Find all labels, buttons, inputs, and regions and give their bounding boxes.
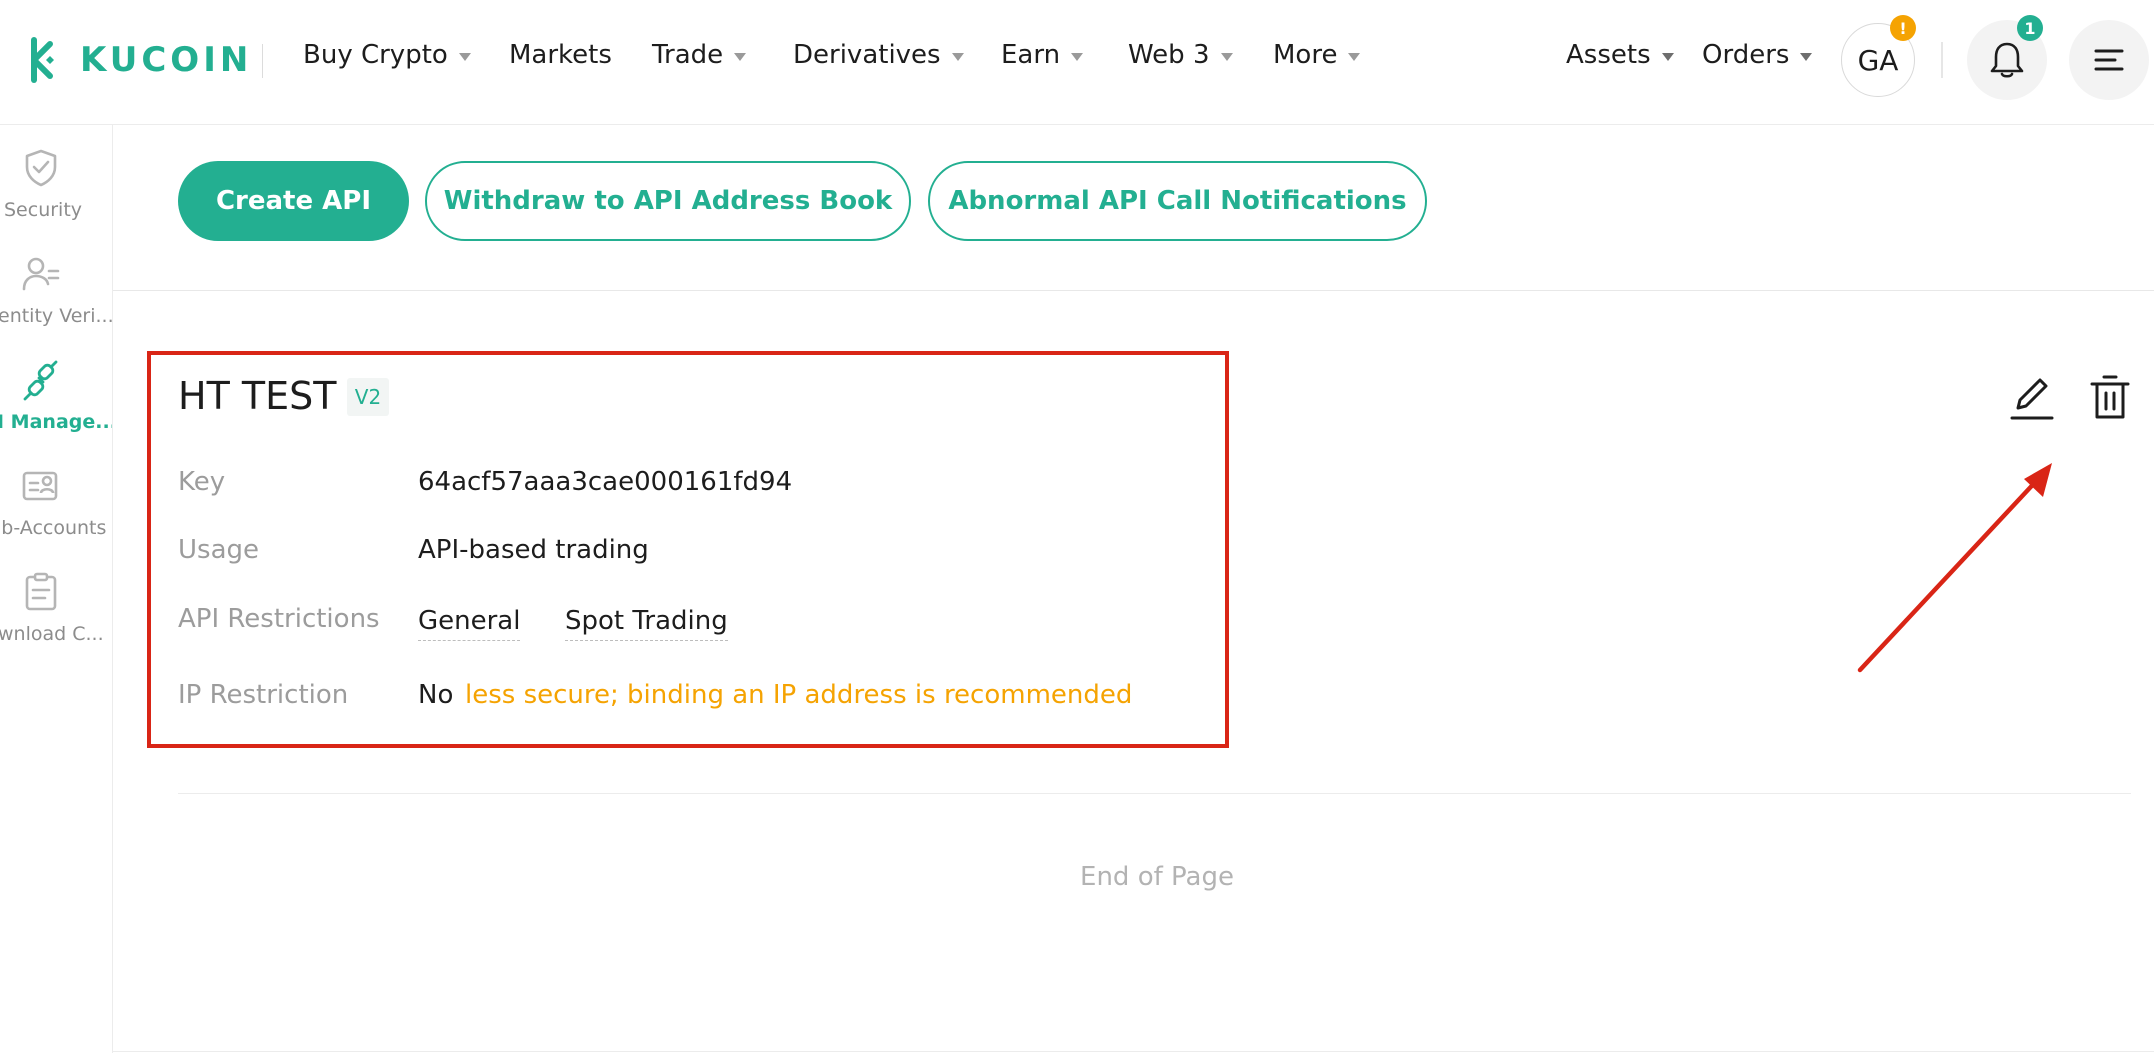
nav-web3-label: Web 3 bbox=[1128, 40, 1210, 70]
chevron-down-icon bbox=[951, 53, 964, 61]
account-sidebar: Security entity Veri... I Manage... ib-A… bbox=[0, 125, 113, 1053]
restrictions-label: API Restrictions bbox=[178, 604, 380, 634]
sidebar-item-label: entity Veri... bbox=[0, 305, 113, 327]
top-navigation-bar: KUCOIN Buy Crypto Markets Trade Derivati… bbox=[0, 0, 2154, 125]
sidebar-item-sub-accounts[interactable]: ib-Accounts bbox=[0, 453, 112, 553]
key-label: Key bbox=[178, 467, 226, 497]
nav-trade-label: Trade bbox=[652, 40, 724, 70]
sidebar-item-api-management[interactable]: I Manage... bbox=[0, 347, 112, 447]
user-id-icon bbox=[22, 257, 60, 291]
kucoin-logo[interactable]: KUCOIN bbox=[20, 36, 252, 84]
sidebar-item-identity-verification[interactable]: entity Veri... bbox=[0, 241, 112, 341]
brand-name: KUCOIN bbox=[80, 40, 253, 80]
bottom-divider bbox=[113, 1051, 2154, 1052]
restriction-tag-spot-trading[interactable]: Spot Trading bbox=[565, 606, 728, 641]
create-api-label: Create API bbox=[215, 186, 372, 216]
nav-divider-right bbox=[1941, 42, 1943, 78]
nav-orders-label: Orders bbox=[1702, 40, 1790, 70]
usage-value: API-based trading bbox=[418, 535, 649, 565]
nav-markets[interactable]: Markets bbox=[509, 40, 612, 70]
chevron-down-icon bbox=[1800, 53, 1813, 61]
key-value: 64acf57aaa3cae000161fd94 bbox=[418, 467, 793, 497]
delete-api-button[interactable] bbox=[2086, 372, 2134, 424]
list-divider bbox=[178, 793, 2131, 794]
sidebar-item-label: ib-Accounts bbox=[0, 517, 107, 539]
ip-warning-text: less secure; binding an IP address is re… bbox=[465, 680, 1133, 710]
shield-check-icon bbox=[25, 149, 57, 187]
notification-count-badge: 1 bbox=[2017, 15, 2043, 41]
api-version-badge: V2 bbox=[347, 378, 389, 416]
nav-trade[interactable]: Trade bbox=[652, 40, 747, 70]
kucoin-logo-icon bbox=[31, 37, 54, 83]
edit-api-button[interactable] bbox=[2008, 372, 2056, 424]
sidebar-item-label: I Manage... bbox=[0, 411, 113, 433]
withdraw-address-book-label: Withdraw to API Address Book bbox=[443, 186, 893, 216]
sub-accounts-icon bbox=[22, 471, 58, 501]
annotation-arrow bbox=[1857, 463, 2052, 673]
bell-icon bbox=[1990, 42, 2024, 78]
chevron-down-icon bbox=[1661, 53, 1674, 61]
ip-restriction-value: No bbox=[418, 680, 454, 710]
trash-icon bbox=[2090, 375, 2130, 419]
nav-buy-crypto-label: Buy Crypto bbox=[303, 40, 448, 70]
api-name: HT TEST bbox=[178, 374, 337, 418]
ip-restriction-label: IP Restriction bbox=[178, 680, 349, 710]
sidebar-item-download-center[interactable]: wnload C... bbox=[0, 559, 112, 659]
chevron-down-icon bbox=[458, 53, 471, 61]
nav-earn-label: Earn bbox=[1001, 40, 1061, 70]
withdraw-address-book-button[interactable]: Withdraw to API Address Book bbox=[425, 161, 911, 241]
end-of-page-text: End of Page bbox=[1080, 862, 1234, 892]
nav-more[interactable]: More bbox=[1273, 40, 1361, 70]
nav-assets-label: Assets bbox=[1566, 40, 1651, 70]
nav-derivatives-label: Derivatives bbox=[793, 40, 941, 70]
nav-divider bbox=[262, 44, 263, 78]
abnormal-notifications-button[interactable]: Abnormal API Call Notifications bbox=[928, 161, 1427, 241]
hamburger-menu-icon bbox=[2094, 49, 2124, 71]
edit-pencil-icon bbox=[2010, 378, 2054, 420]
nav-orders[interactable]: Orders bbox=[1702, 40, 1813, 70]
menu-button[interactable] bbox=[2069, 20, 2149, 100]
nav-assets[interactable]: Assets bbox=[1566, 40, 1674, 70]
nav-earn[interactable]: Earn bbox=[1001, 40, 1084, 70]
restriction-tag-general[interactable]: General bbox=[418, 606, 521, 641]
avatar-alert-badge: ! bbox=[1890, 15, 1916, 41]
chevron-down-icon bbox=[734, 53, 747, 61]
sidebar-item-security[interactable]: Security bbox=[0, 135, 112, 235]
api-version-text: V2 bbox=[354, 385, 382, 409]
clipboard-icon bbox=[25, 572, 57, 611]
avatar-alert-badge-text: ! bbox=[1899, 18, 1907, 38]
nav-derivatives[interactable]: Derivatives bbox=[793, 40, 964, 70]
create-api-button[interactable]: Create API bbox=[178, 161, 409, 241]
nav-buy-crypto[interactable]: Buy Crypto bbox=[303, 40, 471, 70]
avatar-initials: GA bbox=[1857, 43, 1899, 77]
api-plug-icon bbox=[23, 360, 58, 401]
abnormal-notifications-label: Abnormal API Call Notifications bbox=[948, 186, 1407, 216]
nav-more-label: More bbox=[1273, 40, 1338, 70]
chevron-down-icon bbox=[1071, 53, 1084, 61]
notification-count-text: 1 bbox=[2024, 18, 2036, 38]
sidebar-item-label: Security bbox=[4, 199, 83, 221]
usage-label: Usage bbox=[178, 535, 260, 565]
nav-web3[interactable]: Web 3 bbox=[1128, 40, 1233, 70]
nav-markets-label: Markets bbox=[509, 40, 612, 70]
sidebar-item-label: wnload C... bbox=[0, 623, 104, 645]
chevron-down-icon bbox=[1220, 53, 1233, 61]
chevron-down-icon bbox=[1348, 53, 1361, 61]
